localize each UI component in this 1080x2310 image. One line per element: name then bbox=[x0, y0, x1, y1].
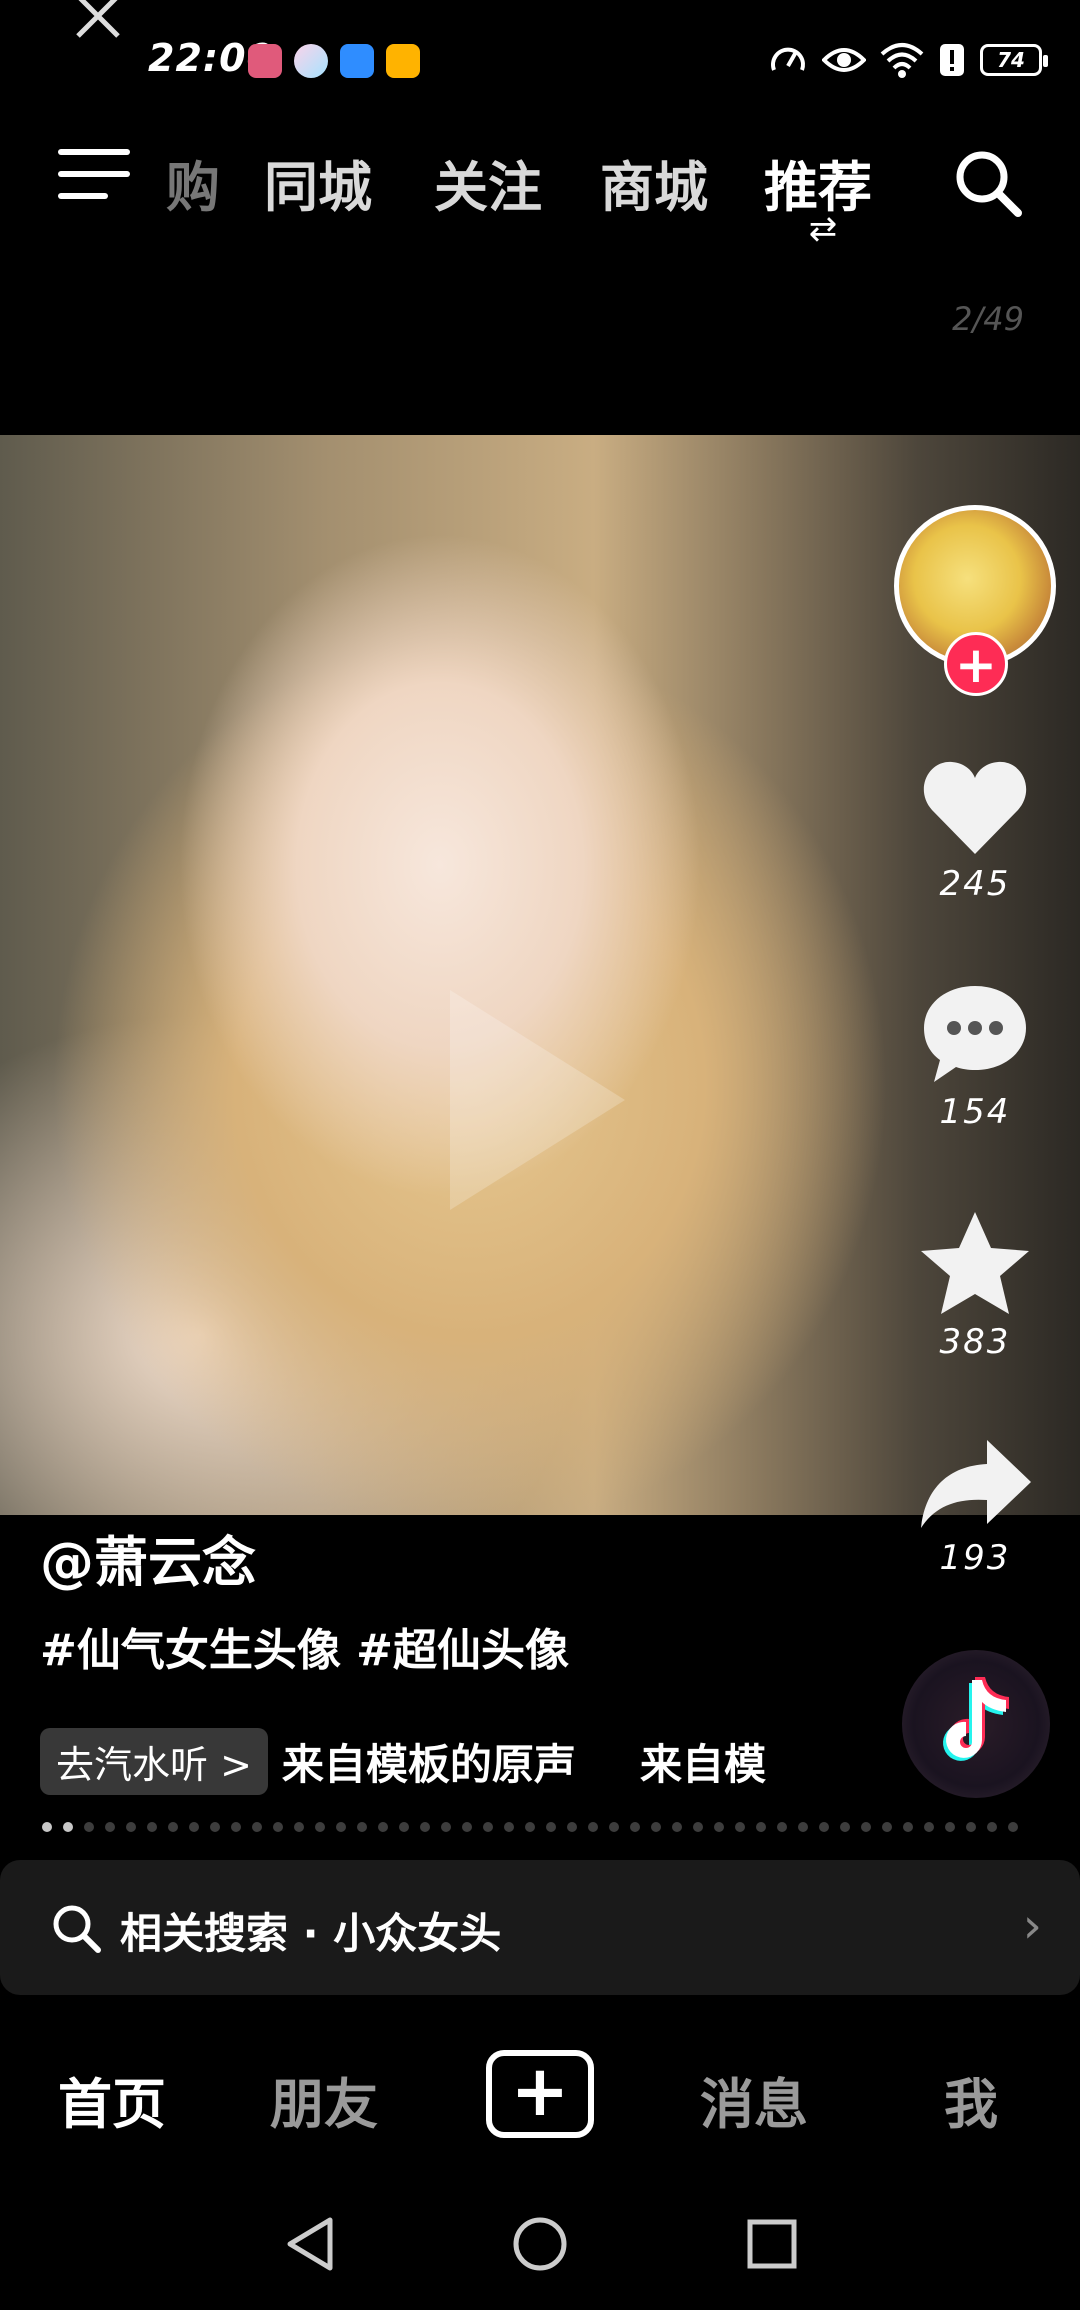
eye-icon bbox=[822, 48, 866, 72]
notification-app-icon bbox=[386, 44, 420, 78]
chevron-right-icon: › bbox=[1022, 1898, 1042, 1954]
menu-icon[interactable] bbox=[58, 149, 130, 209]
wifi-icon bbox=[880, 43, 924, 78]
music-title[interactable]: 来自模板的原声 bbox=[282, 1731, 576, 1792]
status-right-icons: 74 bbox=[768, 40, 1048, 80]
notification-app-icon bbox=[248, 44, 282, 78]
tab-mall[interactable]: 商城 bbox=[600, 143, 708, 222]
favorite-count: 383 bbox=[939, 1322, 1011, 1362]
search-icon bbox=[53, 1905, 101, 1953]
notification-app-icon bbox=[294, 44, 328, 78]
tab-following[interactable]: 关注 bbox=[434, 143, 542, 222]
recents-icon[interactable] bbox=[744, 2216, 800, 2272]
tab-shopping-partial[interactable]: 购 bbox=[166, 143, 220, 222]
comment-button[interactable]: 154 bbox=[910, 982, 1040, 1132]
top-nav: 购 同城 关注 商城 推荐 ⇄ bbox=[0, 135, 1080, 255]
video-counter: 2/49 bbox=[952, 300, 1024, 338]
bottom-nav: 首页 朋友 + 消息 我 bbox=[0, 2030, 1080, 2160]
comment-icon bbox=[924, 986, 1026, 1082]
back-icon[interactable] bbox=[282, 2214, 338, 2274]
follow-button[interactable]: + bbox=[944, 632, 1008, 696]
home-icon[interactable] bbox=[510, 2214, 570, 2274]
play-icon[interactable] bbox=[450, 990, 625, 1210]
music-disc[interactable] bbox=[902, 1650, 1050, 1798]
search-icon[interactable] bbox=[948, 143, 1028, 223]
status-bar: 22:00 74 bbox=[0, 0, 1080, 110]
like-count: 245 bbox=[939, 864, 1011, 904]
speed-icon bbox=[771, 47, 805, 71]
nav-home[interactable]: 首页 bbox=[58, 2060, 166, 2139]
star-icon bbox=[921, 1212, 1029, 1314]
swap-icon: ⇄ bbox=[808, 209, 838, 249]
video-progress-dots[interactable] bbox=[42, 1822, 1042, 1832]
related-search-bar[interactable]: 相关搜索 · 小众女头 › bbox=[0, 1860, 1080, 1995]
related-search-text: 相关搜索 · 小众女头 bbox=[120, 1909, 502, 1958]
video-description[interactable]: #仙气女生头像 #超仙头像 bbox=[40, 1614, 569, 1678]
create-post-button[interactable]: + bbox=[486, 2050, 594, 2138]
music-row: 去汽水听 > 来自模板的原声 来自模 bbox=[40, 1726, 890, 1796]
nav-me[interactable]: 我 bbox=[944, 2060, 998, 2139]
music-title-marquee[interactable]: 来自模 bbox=[640, 1731, 766, 1792]
comment-count: 154 bbox=[939, 1092, 1011, 1132]
favorite-button[interactable]: 383 bbox=[910, 1210, 1040, 1362]
alert-icon bbox=[940, 44, 964, 76]
battery-indicator: 74 bbox=[980, 44, 1048, 76]
close-icon[interactable] bbox=[68, 0, 128, 46]
tiktok-icon bbox=[943, 1677, 1009, 1761]
nav-friends[interactable]: 朋友 bbox=[270, 2060, 378, 2139]
heart-icon bbox=[923, 761, 1027, 854]
tab-nearby[interactable]: 同城 bbox=[264, 143, 372, 222]
share-button[interactable]: 193 bbox=[910, 1436, 1040, 1578]
system-nav-bar bbox=[0, 2190, 1080, 2310]
like-button[interactable]: 245 bbox=[910, 758, 1040, 904]
share-icon bbox=[921, 1440, 1031, 1528]
listen-on-qishui-button[interactable]: 去汽水听 > bbox=[40, 1727, 268, 1795]
author-name[interactable]: @萧云念 bbox=[40, 1518, 256, 1597]
share-count: 193 bbox=[939, 1538, 1011, 1578]
notification-app-icon bbox=[340, 44, 374, 78]
nav-messages[interactable]: 消息 bbox=[700, 2060, 808, 2139]
